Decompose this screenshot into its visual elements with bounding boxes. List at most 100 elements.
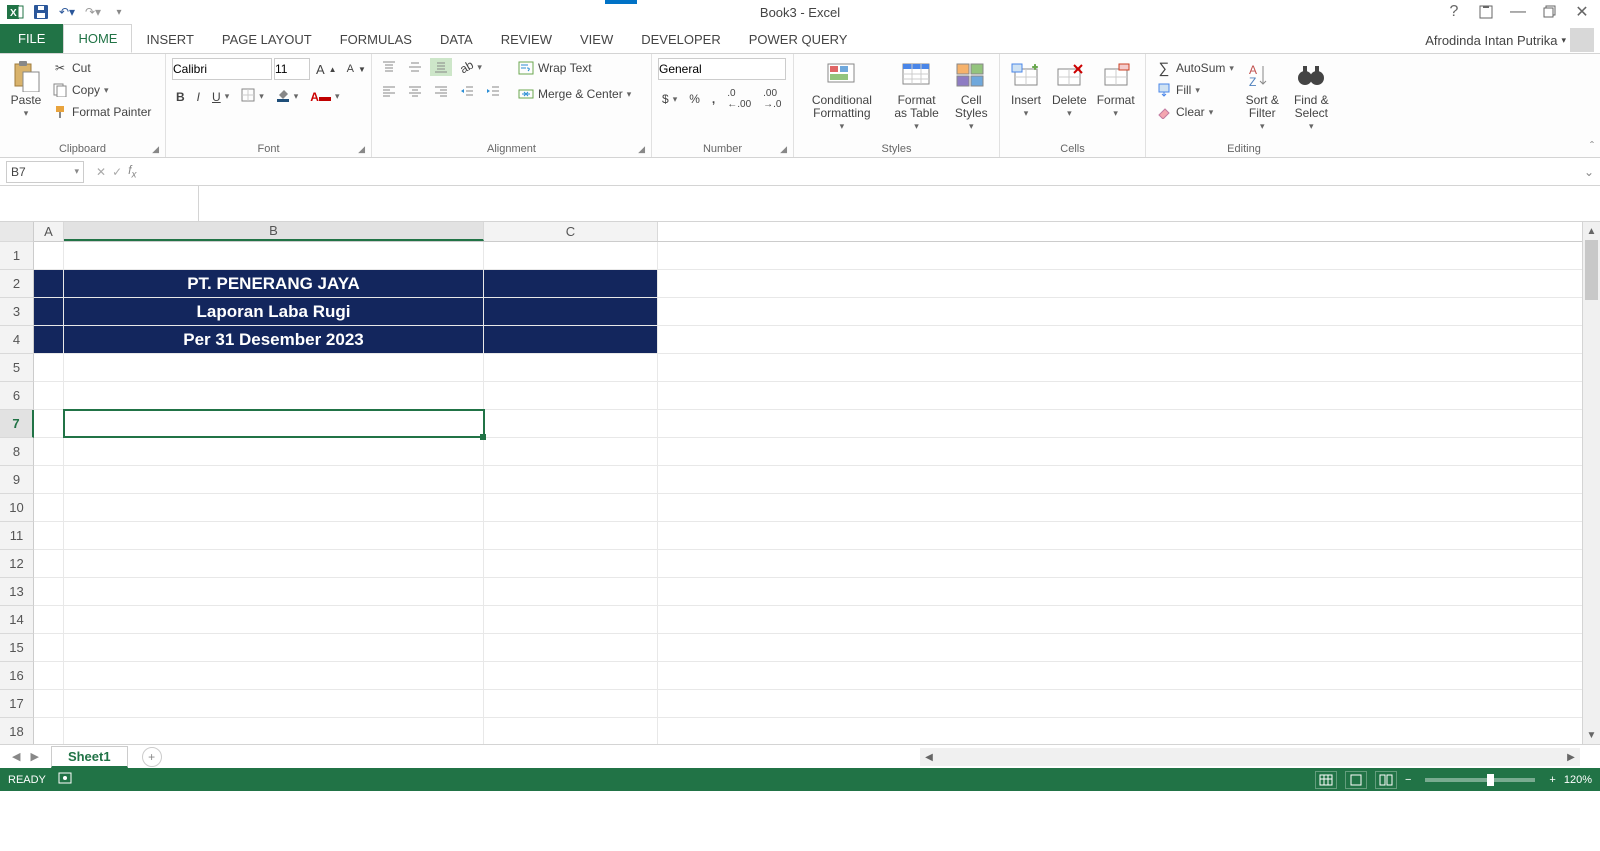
undo-icon[interactable]: ↶▾: [58, 3, 76, 21]
tab-developer[interactable]: DEVELOPER: [627, 26, 734, 53]
tab-insert[interactable]: INSERT: [132, 26, 207, 53]
row-header[interactable]: 8: [0, 438, 34, 466]
format-as-table-button[interactable]: Format as Table: [886, 58, 948, 134]
cell-b4[interactable]: Per 31 Desember 2023: [64, 326, 484, 353]
cell-b2[interactable]: PT. PENERANG JAYA: [64, 270, 484, 297]
scroll-thumb[interactable]: [1585, 240, 1598, 300]
minimize-icon[interactable]: —: [1508, 2, 1528, 22]
increase-indent-button[interactable]: [482, 82, 504, 100]
italic-button[interactable]: I: [193, 88, 204, 106]
row-header[interactable]: 10: [0, 494, 34, 522]
dialog-launcher-icon[interactable]: ◢: [358, 144, 365, 155]
zoom-slider[interactable]: [1425, 778, 1535, 782]
format-painter-button[interactable]: Format Painter: [48, 102, 155, 122]
decrease-decimal-button[interactable]: .00→.0: [759, 86, 785, 112]
increase-decimal-button[interactable]: .0←.00: [723, 86, 755, 112]
row-header[interactable]: 3: [0, 298, 34, 326]
insert-cells-button[interactable]: Insert: [1006, 58, 1046, 121]
row-header[interactable]: 15: [0, 634, 34, 662]
horizontal-scrollbar[interactable]: ◀ ▶: [920, 748, 1580, 766]
scroll-right-icon[interactable]: ▶: [1562, 752, 1580, 763]
fill-color-button[interactable]: [272, 86, 303, 107]
tab-formulas[interactable]: FORMULAS: [326, 26, 426, 53]
format-cells-button[interactable]: Format: [1093, 58, 1139, 121]
expand-formula-bar-icon[interactable]: ⌄: [1578, 165, 1600, 179]
col-header[interactable]: B: [64, 222, 484, 241]
formula-input[interactable]: [140, 161, 1577, 183]
user-account[interactable]: Afrodinda Intan Putrika ▾: [1425, 28, 1594, 52]
cancel-formula-icon[interactable]: ✕: [96, 165, 106, 179]
sheet-nav-prev-icon[interactable]: ◀: [12, 750, 20, 763]
scroll-left-icon[interactable]: ◀: [920, 752, 938, 763]
row-header[interactable]: 2: [0, 270, 34, 298]
row-header[interactable]: 11: [0, 522, 34, 550]
font-color-button[interactable]: A: [306, 88, 343, 106]
clear-button[interactable]: Clear: [1152, 102, 1238, 122]
align-top-button[interactable]: [378, 58, 400, 76]
ribbon-display-icon[interactable]: [1476, 2, 1496, 22]
align-center-button[interactable]: [404, 82, 426, 100]
row-header[interactable]: 12: [0, 550, 34, 578]
row-header[interactable]: 17: [0, 690, 34, 718]
align-bottom-button[interactable]: [430, 58, 452, 76]
align-middle-button[interactable]: [404, 58, 426, 76]
bold-button[interactable]: B: [172, 88, 189, 106]
font-name-combo[interactable]: [172, 58, 272, 80]
decrease-font-button[interactable]: A▼: [343, 61, 370, 77]
scroll-up-icon[interactable]: ▲: [1583, 222, 1600, 240]
dialog-launcher-icon[interactable]: ◢: [152, 144, 159, 155]
percent-button[interactable]: %: [685, 86, 704, 112]
tab-file[interactable]: FILE: [0, 24, 63, 53]
view-normal-button[interactable]: [1315, 771, 1337, 789]
macro-record-icon[interactable]: [58, 771, 72, 788]
select-all-corner[interactable]: [0, 222, 34, 242]
cell-styles-button[interactable]: Cell Styles: [949, 58, 993, 134]
accounting-format-button[interactable]: $: [658, 86, 681, 112]
decrease-indent-button[interactable]: [456, 82, 478, 100]
row-header[interactable]: 18: [0, 718, 34, 746]
row-header[interactable]: 16: [0, 662, 34, 690]
tab-review[interactable]: REVIEW: [487, 26, 566, 53]
increase-font-button[interactable]: A▲: [312, 60, 341, 79]
autosum-button[interactable]: ∑AutoSum: [1152, 58, 1238, 78]
zoom-out-button[interactable]: −: [1405, 774, 1411, 786]
cell-b7-selected[interactable]: [64, 410, 484, 437]
find-select-button[interactable]: Find & Select: [1287, 58, 1336, 134]
row-header[interactable]: 13: [0, 578, 34, 606]
zoom-in-button[interactable]: +: [1549, 774, 1555, 786]
paste-button[interactable]: Paste: [6, 58, 46, 121]
tab-view[interactable]: VIEW: [566, 26, 627, 53]
row-header[interactable]: 1: [0, 242, 34, 270]
restore-icon[interactable]: [1540, 2, 1560, 22]
align-left-button[interactable]: [378, 82, 400, 100]
comma-button[interactable]: ,: [708, 86, 719, 112]
col-header[interactable]: C: [484, 222, 658, 241]
qat-customize-icon[interactable]: ▾: [110, 3, 128, 21]
font-size-combo[interactable]: [274, 58, 310, 80]
align-right-button[interactable]: [430, 82, 452, 100]
cell-b3[interactable]: Laporan Laba Rugi: [64, 298, 484, 325]
tab-page-layout[interactable]: PAGE LAYOUT: [208, 26, 326, 53]
delete-cells-button[interactable]: Delete: [1048, 58, 1091, 121]
dialog-launcher-icon[interactable]: ◢: [638, 144, 645, 155]
wrap-text-button[interactable]: Wrap Text: [514, 58, 635, 78]
row-header[interactable]: 9: [0, 466, 34, 494]
help-icon[interactable]: ?: [1444, 2, 1464, 22]
col-header[interactable]: A: [34, 222, 64, 241]
conditional-formatting-button[interactable]: Conditional Formatting: [800, 58, 884, 134]
row-header[interactable]: 4: [0, 326, 34, 354]
row-header[interactable]: 5: [0, 354, 34, 382]
close-icon[interactable]: ✕: [1572, 2, 1592, 22]
sort-filter-button[interactable]: AZSort & Filter: [1240, 58, 1285, 134]
view-page-layout-button[interactable]: [1345, 771, 1367, 789]
tab-power-query[interactable]: POWER QUERY: [735, 26, 862, 53]
underline-button[interactable]: U: [208, 88, 233, 106]
zoom-level[interactable]: 120%: [1564, 774, 1592, 786]
borders-button[interactable]: [237, 86, 268, 107]
merge-center-button[interactable]: Merge & Center: [514, 84, 635, 104]
row-header[interactable]: 6: [0, 382, 34, 410]
enter-formula-icon[interactable]: ✓: [112, 165, 122, 179]
dialog-launcher-icon[interactable]: ◢: [780, 144, 787, 155]
row-header[interactable]: 7: [0, 410, 34, 438]
sheet-nav-next-icon[interactable]: ▶: [30, 750, 38, 763]
